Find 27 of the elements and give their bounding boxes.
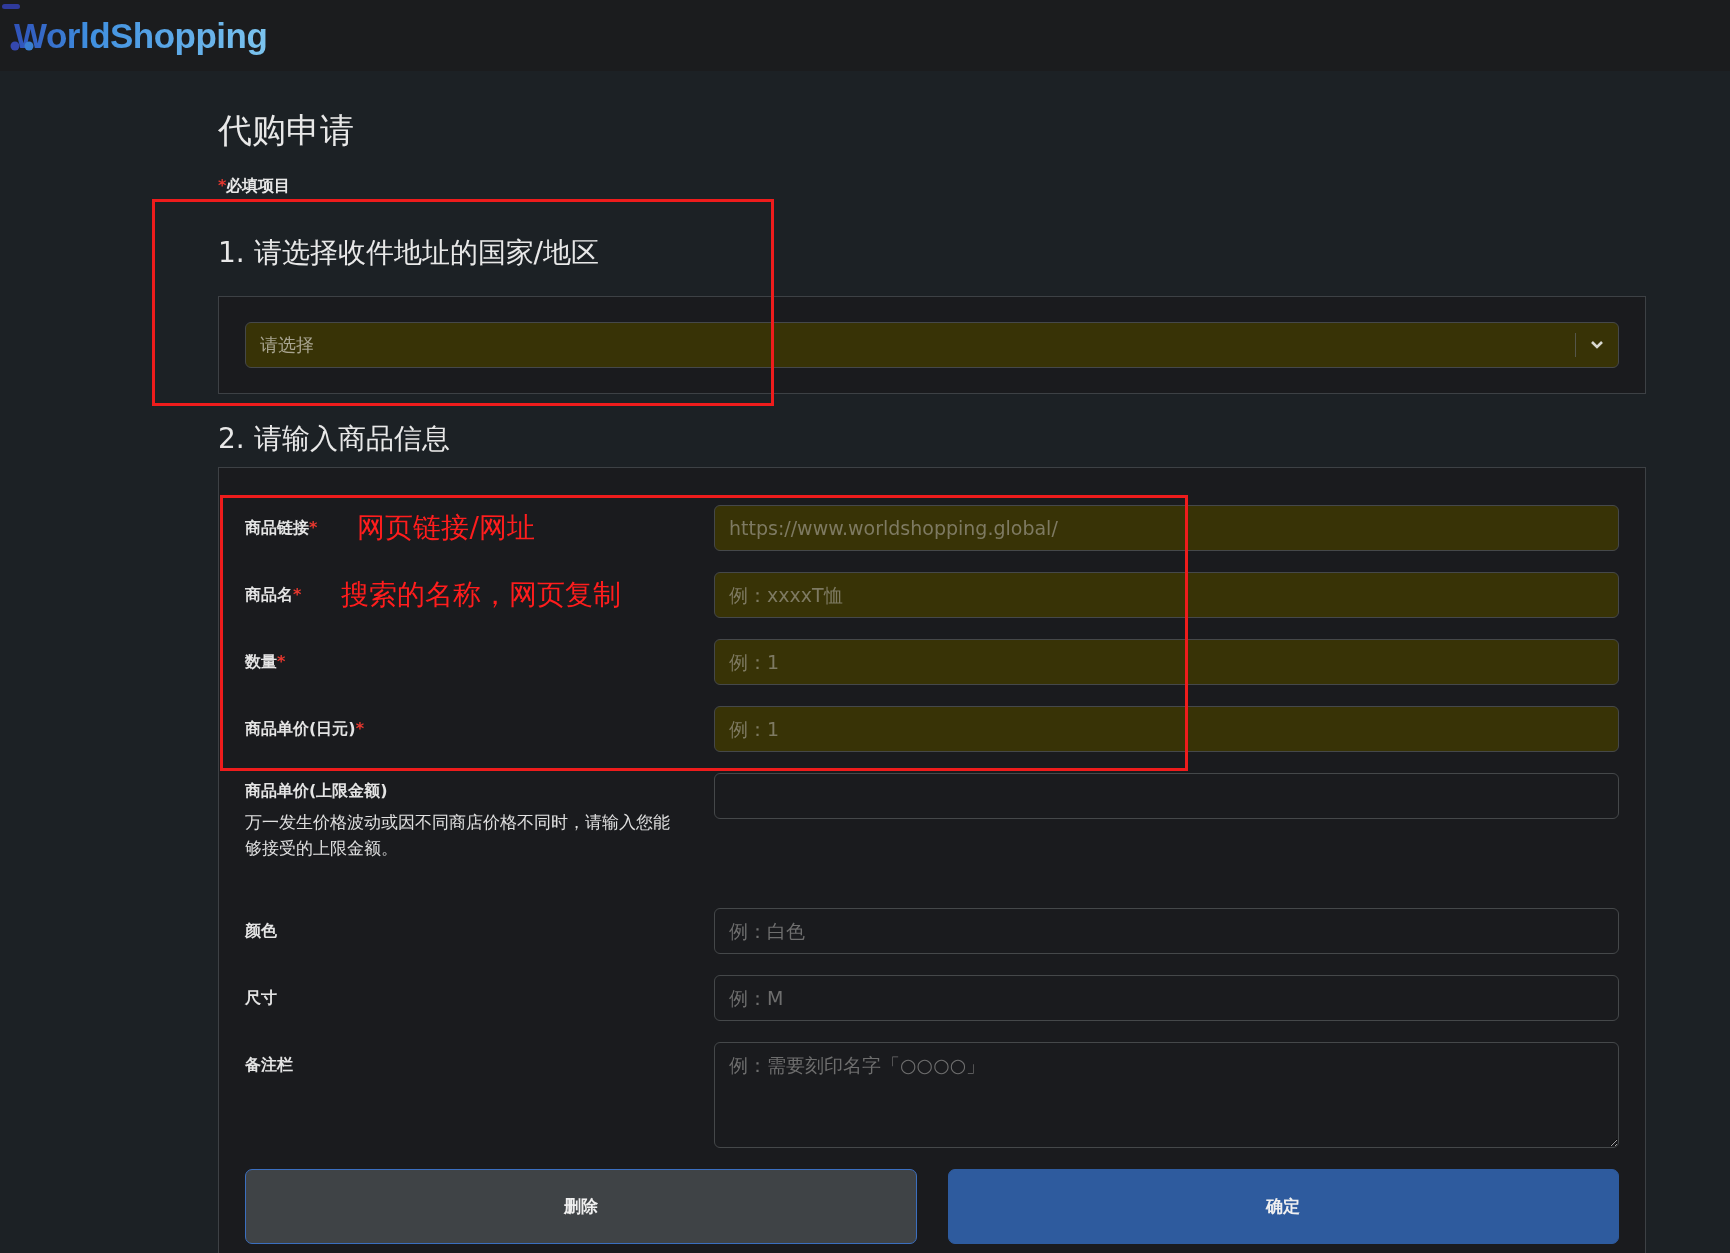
input-field[interactable]: 例：1	[714, 706, 1619, 752]
confirm-button[interactable]: 确定	[947, 1169, 1619, 1244]
field-label: 数量*	[245, 651, 286, 673]
annotation-text: 网页链接/网址	[357, 510, 535, 546]
field-label: 商品链接*	[245, 517, 318, 539]
field-label: 商品单价(日元)*	[245, 718, 364, 740]
delete-button[interactable]: 删除	[245, 1169, 917, 1244]
input-field[interactable]	[714, 773, 1619, 819]
country-select[interactable]: 请选择	[245, 322, 1619, 368]
input-field[interactable]: 例：1	[714, 639, 1619, 685]
input-field[interactable]: https://www.worldshopping.global/	[714, 505, 1619, 551]
input-field[interactable]: 例：白色	[714, 908, 1619, 954]
section-heading: 1. 请选择收件地址的国家/地区	[218, 235, 600, 271]
input-field[interactable]: 例：M	[714, 975, 1619, 1021]
field-label: 商品单价(上限金额)	[245, 780, 388, 802]
chevron-down-icon	[1590, 340, 1604, 350]
section-heading: 2. 请输入商品信息	[218, 421, 450, 457]
field-label: 商品名*	[245, 584, 302, 606]
field-hint: 万一发生价格波动或因不同商店价格不同时，请输入您能够接受的上限金额。	[245, 811, 671, 860]
notes-field[interactable]: 例：需要刻印名字「○○○○」	[714, 1042, 1619, 1148]
field-label: 尺寸	[245, 987, 277, 1009]
page-title: 代购申请	[218, 110, 354, 150]
field-label: 备注栏	[245, 1054, 293, 1076]
annotation-text: 搜索的名称，网页复制	[341, 577, 622, 613]
required-note: *必填项目	[218, 175, 291, 197]
field-label: 颜色	[245, 920, 277, 942]
input-field[interactable]: 例：xxxxT恤	[714, 572, 1619, 618]
